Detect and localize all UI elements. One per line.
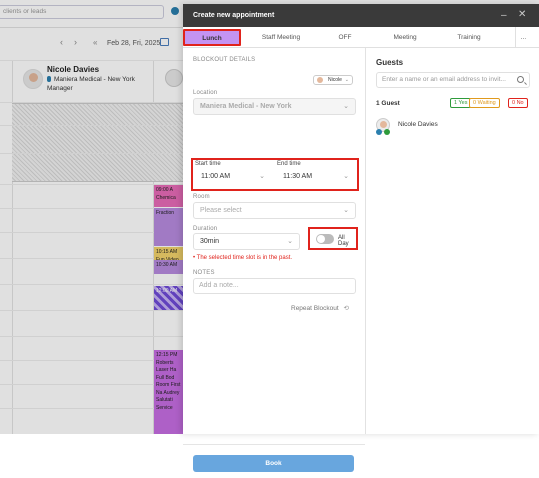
tab-off[interactable]: OFF <box>330 27 360 48</box>
room-placeholder: Please select <box>200 207 242 214</box>
guests-title: Guests <box>376 58 404 67</box>
all-day-label: All Day <box>338 235 349 247</box>
start-time-select[interactable]: 11:00 AM ⌄ <box>195 169 271 186</box>
chevron-down-icon: ⌄ <box>343 207 349 214</box>
duration-select[interactable]: 30min ⌄ <box>193 233 300 250</box>
tab-training[interactable]: Training <box>448 27 490 48</box>
book-button[interactable]: Book <box>193 455 354 472</box>
room-label: Room <box>193 194 210 200</box>
guest-search-input[interactable]: Enter a name or an email address to invi… <box>376 72 530 88</box>
all-day-toggle[interactable] <box>316 234 334 244</box>
chevron-down-icon: ⌄ <box>343 103 349 110</box>
repeat-blockout-button[interactable]: Repeat Blockout ⟲ <box>291 304 349 312</box>
guest-count: 1 Guest <box>376 100 400 107</box>
repeat-blockout-label: Repeat Blockout <box>291 305 339 312</box>
more-tabs-icon[interactable]: ... <box>515 27 531 48</box>
staff-chip[interactable]: Nicole ⌄ <box>313 75 353 85</box>
avatar <box>317 77 323 83</box>
end-time-value: 11:30 AM <box>283 173 313 180</box>
search-icon[interactable] <box>517 76 524 83</box>
tab-staff-meeting[interactable]: Staff Meeting <box>253 27 309 48</box>
close-icon[interactable]: ✕ <box>518 9 526 20</box>
staff-chip-label: Nicole <box>328 77 342 83</box>
tab-lunch[interactable]: Lunch <box>183 29 241 46</box>
room-select[interactable]: Please select ⌄ <box>193 202 356 219</box>
guest-list-item[interactable]: Nicole Davies <box>376 118 526 136</box>
appointment-type-tabs: Lunch Staff Meeting OFF Meeting Training… <box>183 27 539 48</box>
end-time-select[interactable]: 11:30 AM ⌄ <box>277 169 355 186</box>
end-time-label: End time <box>277 161 301 167</box>
guest-name: Nicole Davies <box>398 121 438 128</box>
repeat-icon: ⟲ <box>343 305 349 312</box>
location-label: Location <box>193 90 218 96</box>
start-time-value: 11:00 AM <box>201 173 231 180</box>
modal-footer: Book <box>183 444 365 478</box>
create-appointment-modal: Create new appointment – ✕ Lunch Staff M… <box>183 4 539 472</box>
no-count-badge: 0 No <box>508 98 528 108</box>
start-time-label: Start time <box>195 161 221 167</box>
tab-meeting[interactable]: Meeting <box>383 27 427 48</box>
guest-search-placeholder: Enter a name or an email address to invi… <box>382 76 506 83</box>
notes-label: NOTES <box>193 270 215 276</box>
host-status-icon <box>376 129 382 135</box>
duration-value: 30min <box>200 238 220 245</box>
error-message: • The selected time slot is in the past. <box>193 255 292 261</box>
duration-label: Duration <box>193 226 218 232</box>
chevron-down-icon: ⌄ <box>343 173 349 180</box>
location-select[interactable]: Maniera Medical - New York ⌄ <box>193 98 356 115</box>
waiting-count-badge: 0 Waiting <box>469 98 500 108</box>
guests-pane: Guests Enter a name or an email address … <box>365 48 539 434</box>
all-day-highlight: All Day <box>308 227 358 250</box>
chevron-down-icon: ⌄ <box>344 77 349 83</box>
section-title: BLOCKOUT DETAILS <box>193 57 256 63</box>
blockout-details-pane: BLOCKOUT DETAILS Nicole ⌄ Location Manie… <box>183 48 365 472</box>
modal-title: Create new appointment <box>193 12 275 19</box>
chevron-down-icon: ⌄ <box>259 173 265 180</box>
error-text: The selected time slot is in the past. <box>196 255 293 261</box>
location-value: Maniera Medical - New York <box>200 103 292 110</box>
accepted-status-icon <box>384 129 390 135</box>
notes-input[interactable]: Add a note... <box>193 278 356 294</box>
chevron-down-icon: ⌄ <box>287 238 293 245</box>
minimize-icon[interactable]: – <box>501 10 507 21</box>
modal-header: Create new appointment – ✕ <box>183 4 539 27</box>
